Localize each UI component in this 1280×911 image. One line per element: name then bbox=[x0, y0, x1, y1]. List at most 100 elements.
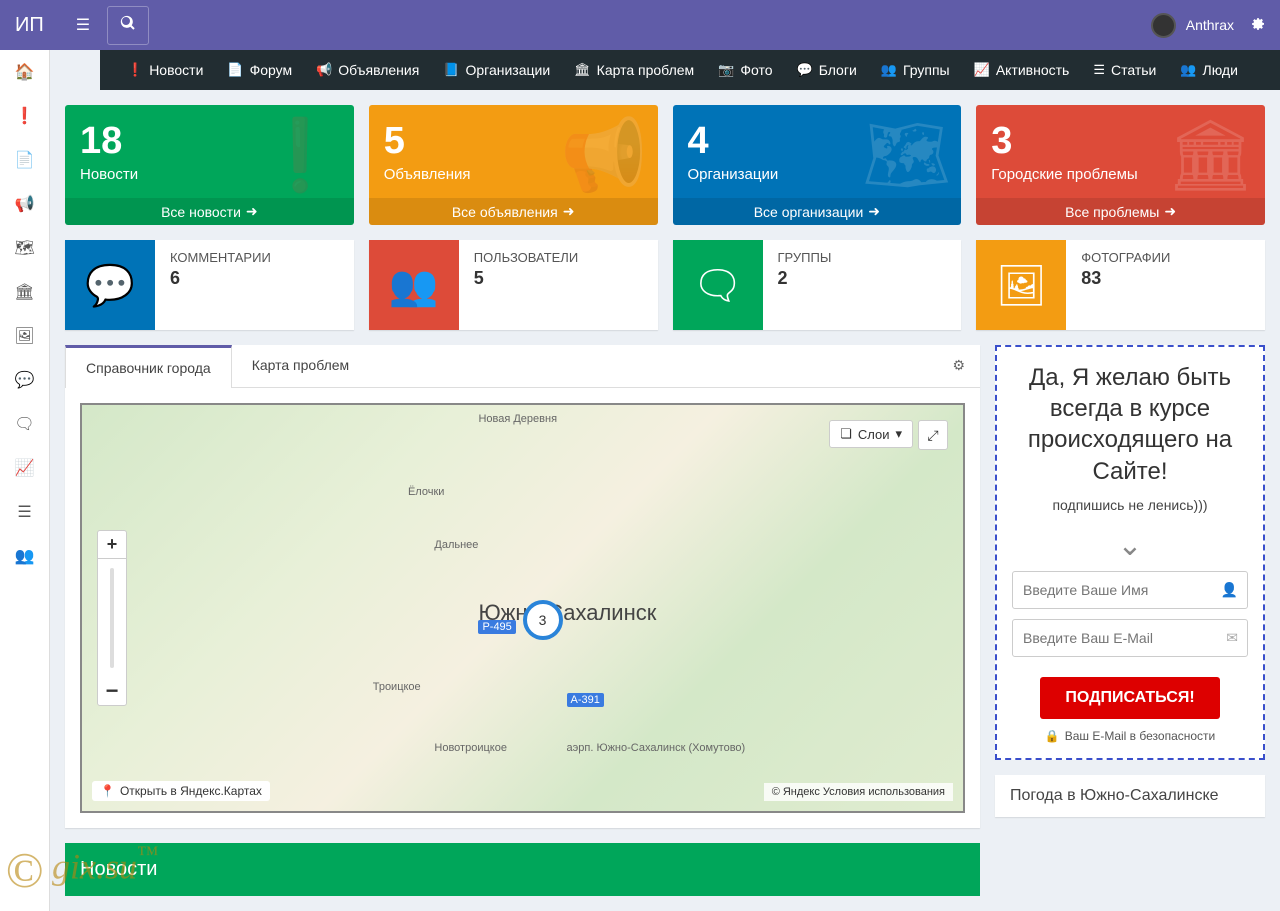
sidebar-comment-icon[interactable]: 💬 bbox=[0, 358, 49, 402]
sidebar-bullhorn-icon[interactable]: 📢 bbox=[0, 182, 49, 226]
map-layers-button[interactable]: ❏ Слои ▾ bbox=[829, 420, 913, 448]
users-icon: 👥 bbox=[369, 240, 459, 330]
avatar bbox=[1151, 13, 1176, 38]
nav-ads[interactable]: 📢Объявления bbox=[304, 50, 431, 90]
nav-articles[interactable]: ☰Статьи bbox=[1081, 50, 1168, 90]
sidebar-building-icon[interactable]: 🏛 bbox=[0, 270, 49, 314]
info-groups[interactable]: 🗨 ГРУППЫ 2 bbox=[673, 240, 962, 330]
people-icon: 👥 bbox=[1180, 62, 1196, 78]
zoom-in-button[interactable]: + bbox=[98, 531, 126, 559]
sidebar-image-icon[interactable]: 🖼 bbox=[0, 314, 49, 358]
image-icon: 🖼 bbox=[976, 240, 1066, 330]
card-footer[interactable]: Все организации ➜ bbox=[673, 198, 962, 225]
nav-groups[interactable]: 👥Группы bbox=[869, 50, 962, 90]
sidebar-file-icon[interactable]: 📄 bbox=[0, 138, 49, 182]
map-icon: 🗺 bbox=[862, 115, 951, 197]
email-field[interactable] bbox=[1012, 619, 1248, 657]
card-problems[interactable]: 3Городские проблемы 🏛 Все проблемы ➜ bbox=[976, 105, 1265, 225]
tab-problems[interactable]: Карта проблем bbox=[232, 345, 369, 387]
navbar: ❗Новости 📄Форум 📢Объявления 📘Организации… bbox=[100, 50, 1280, 90]
arrow-icon: ➜ bbox=[868, 203, 880, 220]
card-ads[interactable]: 5Объявления 📢 Все объявления ➜ bbox=[369, 105, 658, 225]
topbar: ИП ☰ Anthrax bbox=[0, 0, 1280, 50]
user-menu[interactable]: Anthrax bbox=[1151, 13, 1234, 38]
gear-icon[interactable] bbox=[1249, 15, 1265, 36]
chevron-down-icon: ▾ bbox=[895, 426, 902, 442]
sidebar: 🏠 ❗ 📄 📢 🗺 🏛 🖼 💬 🗨 📈 ☰ 👥 bbox=[0, 50, 50, 911]
map-copyright: © Яндекс Условия использования bbox=[764, 783, 953, 801]
info-title: ПОЛЬЗОВАТЕЛИ bbox=[474, 250, 578, 265]
info-comments[interactable]: 💬 КОММЕНТАРИИ 6 bbox=[65, 240, 354, 330]
subscribe-button[interactable]: ПОДПИСАТЬСЯ! bbox=[1040, 677, 1219, 719]
nav-news[interactable]: ❗Новости bbox=[115, 50, 215, 90]
card-orgs[interactable]: 4Организации 🗺 Все организации ➜ bbox=[673, 105, 962, 225]
info-title: ГРУППЫ bbox=[778, 250, 832, 265]
users-icon: 👥 bbox=[881, 62, 897, 78]
search-icon[interactable] bbox=[107, 6, 149, 45]
map-cluster-marker[interactable]: 3 bbox=[523, 600, 563, 640]
subscribe-box: Да, Я желаю быть всегда в курсе происход… bbox=[995, 345, 1265, 760]
name-field[interactable] bbox=[1012, 571, 1248, 609]
sidebar-chart-icon[interactable]: 📈 bbox=[0, 446, 49, 490]
nav-photo[interactable]: 📷Фото bbox=[706, 50, 784, 90]
logo[interactable]: ИП bbox=[15, 14, 44, 37]
info-title: КОММЕНТАРИИ bbox=[170, 250, 271, 265]
tab-tools-icon[interactable]: ⚙ bbox=[937, 345, 980, 387]
lock-icon: 🔒 bbox=[1045, 729, 1060, 743]
subscribe-subtitle: подпишись не ленись))) bbox=[1012, 497, 1248, 513]
tab-directory[interactable]: Справочник города bbox=[65, 345, 232, 388]
sidebar-home-icon[interactable]: 🏠 bbox=[0, 50, 49, 94]
info-num: 83 bbox=[1081, 268, 1170, 289]
safe-notice: 🔒Ваш E-Mail в безопасности bbox=[1012, 729, 1248, 743]
map-terms-link[interactable]: Условия использования bbox=[823, 786, 945, 798]
arrow-icon: ➜ bbox=[1164, 203, 1176, 220]
person-icon: 👤 bbox=[1221, 581, 1238, 598]
sidebar-bars-icon[interactable]: ☰ bbox=[0, 490, 49, 534]
card-footer[interactable]: Все новости ➜ bbox=[65, 198, 354, 225]
sidebar-info-icon[interactable]: ❗ bbox=[0, 94, 49, 138]
info-num: 6 bbox=[170, 268, 271, 289]
nav-forum[interactable]: 📄Форум bbox=[215, 50, 304, 90]
nav-orgs[interactable]: 📘Организации bbox=[431, 50, 562, 90]
info-icon: ❗ bbox=[127, 62, 143, 78]
card-footer[interactable]: Все проблемы ➜ bbox=[976, 198, 1265, 225]
card-news[interactable]: 18Новости ❗ Все новости ➜ bbox=[65, 105, 354, 225]
map-open-yandex[interactable]: 📍Открыть в Яндекс.Картах bbox=[92, 781, 270, 801]
sidebar-chat-icon[interactable]: 🗨 bbox=[0, 402, 49, 446]
info-num: 5 bbox=[474, 268, 578, 289]
info-title: ФОТОГРАФИИ bbox=[1081, 250, 1170, 265]
file-icon: 📄 bbox=[227, 62, 243, 78]
nav-problems[interactable]: 🏛Карта проблем bbox=[562, 50, 706, 90]
sidebar-map-icon[interactable]: 🗺 bbox=[0, 226, 49, 270]
zoom-slider[interactable] bbox=[98, 559, 126, 677]
map-city-label: Южно-Сахалинск bbox=[478, 600, 656, 626]
building-icon: 🏛 bbox=[574, 62, 591, 78]
camera-icon: 📷 bbox=[718, 62, 734, 78]
info-num: 2 bbox=[778, 268, 832, 289]
nav-activity[interactable]: 📈Активность bbox=[962, 50, 1082, 90]
username: Anthrax bbox=[1186, 17, 1234, 33]
arrow-icon: ➜ bbox=[246, 203, 258, 220]
building-icon: 🏛 bbox=[1166, 115, 1255, 197]
info-photos[interactable]: 🖼 ФОТОГРАФИИ 83 bbox=[976, 240, 1265, 330]
nav-people[interactable]: 👥Люди bbox=[1168, 50, 1250, 90]
info-users[interactable]: 👥 ПОЛЬЗОВАТЕЛИ 5 bbox=[369, 240, 658, 330]
nav-blogs[interactable]: 💬Блоги bbox=[785, 50, 869, 90]
book-icon: 📘 bbox=[443, 62, 459, 78]
map[interactable]: ❏ Слои ▾ ⤢ + − Новая Деревня Ёлочки Даль… bbox=[80, 403, 965, 813]
mail-icon: ✉ bbox=[1226, 629, 1238, 646]
map-place-label: Дальнее bbox=[434, 539, 478, 551]
map-place-label: Троицкое bbox=[373, 681, 421, 693]
card-footer[interactable]: Все объявления ➜ bbox=[369, 198, 658, 225]
hamburger-icon[interactable]: ☰ bbox=[64, 7, 102, 43]
map-zoom-control: + − bbox=[97, 530, 127, 706]
map-fullscreen-button[interactable]: ⤢ bbox=[918, 420, 948, 450]
chat-icon: 🗨 bbox=[673, 240, 763, 330]
weather-section-header: Погода в Южно-Сахалинске bbox=[995, 775, 1265, 817]
bullhorn-icon: 📢 bbox=[560, 115, 647, 197]
zoom-out-button[interactable]: − bbox=[98, 677, 126, 705]
bars-icon: ☰ bbox=[1093, 62, 1105, 78]
map-place-label: Новотроицкое bbox=[434, 742, 507, 754]
sidebar-users-icon[interactable]: 👥 bbox=[0, 534, 49, 578]
comments-icon: 💬 bbox=[65, 240, 155, 330]
